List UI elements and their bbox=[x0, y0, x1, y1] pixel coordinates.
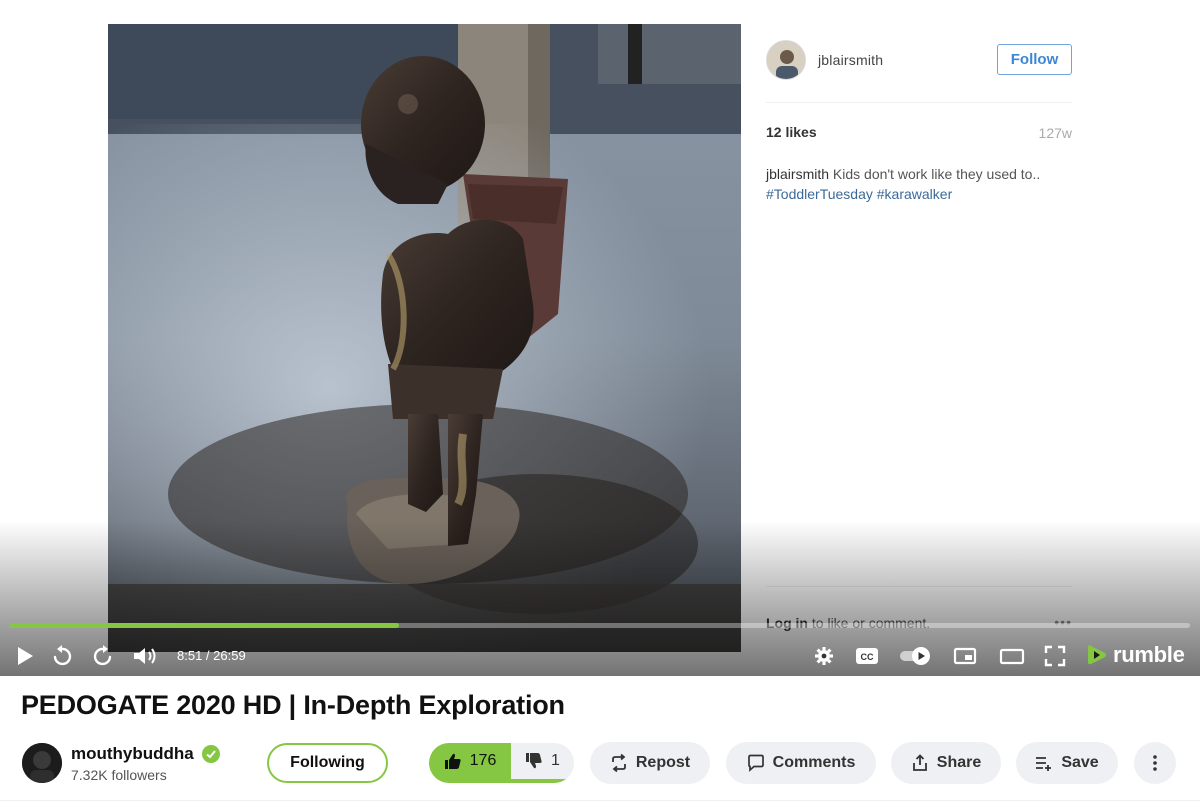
caption-hashtags[interactable]: #ToddlerTuesday #karawalker bbox=[766, 186, 952, 202]
instagram-embed-panel: jblairsmith Follow 12 likes 127w jblairs… bbox=[742, 24, 1082, 652]
repost-button[interactable]: Repost bbox=[590, 742, 710, 784]
settings-gear-icon[interactable] bbox=[812, 636, 836, 676]
autoplay-toggle-icon[interactable] bbox=[898, 636, 934, 676]
theater-mode-icon[interactable] bbox=[998, 636, 1026, 676]
player-controls: 8:51 / 26:59 CC rumble bbox=[0, 636, 1200, 676]
save-label: Save bbox=[1061, 754, 1099, 771]
instagram-timestamp: 127w bbox=[1038, 125, 1072, 141]
divider bbox=[766, 586, 1072, 587]
downvote-button[interactable]: 1 bbox=[511, 743, 574, 779]
forward-icon[interactable] bbox=[89, 636, 117, 676]
play-icon[interactable] bbox=[10, 636, 40, 676]
rumble-logo-icon bbox=[1088, 645, 1106, 665]
share-label: Share bbox=[936, 754, 982, 771]
repost-label: Repost bbox=[635, 754, 691, 771]
rumble-logo[interactable]: rumble bbox=[1086, 642, 1185, 668]
channel-name[interactable]: mouthybuddha bbox=[71, 744, 220, 764]
vote-ratio-fill bbox=[429, 779, 573, 783]
caption-text: Kids don't work like they used to.. bbox=[832, 166, 1041, 182]
following-button[interactable]: Following bbox=[267, 743, 388, 783]
fullscreen-icon[interactable] bbox=[1042, 636, 1068, 676]
follower-count: 7.32K followers bbox=[71, 767, 167, 783]
comments-label: Comments bbox=[772, 754, 856, 771]
downvote-count: 1 bbox=[551, 752, 560, 769]
picture-in-picture-icon[interactable] bbox=[951, 636, 979, 676]
progress-bar[interactable] bbox=[10, 623, 1190, 628]
divider bbox=[0, 800, 1200, 801]
share-button[interactable]: Share bbox=[891, 742, 1001, 784]
upvote-count: 176 bbox=[469, 752, 497, 769]
video-title: PEDOGATE 2020 HD | In-Depth Exploration bbox=[21, 690, 565, 720]
channel-name-label: mouthybuddha bbox=[71, 744, 194, 763]
save-button[interactable]: Save bbox=[1016, 742, 1118, 784]
instagram-follow-button[interactable]: Follow bbox=[997, 44, 1072, 75]
svg-text:CC: CC bbox=[861, 652, 874, 662]
caption-username[interactable]: jblairsmith bbox=[766, 166, 829, 182]
playback-time: 8:51 / 26:59 bbox=[177, 648, 246, 663]
repost-icon bbox=[611, 754, 626, 772]
rumble-wordmark: rumble bbox=[1113, 642, 1185, 667]
captions-cc-icon[interactable]: CC bbox=[853, 636, 881, 676]
rewind-icon[interactable] bbox=[48, 636, 76, 676]
comment-icon bbox=[747, 754, 764, 772]
progress-bar-fill bbox=[10, 623, 400, 628]
comments-button[interactable]: Comments bbox=[726, 742, 876, 784]
instagram-caption: jblairsmith Kids don't work like they us… bbox=[766, 164, 1066, 204]
thumbs-up-icon bbox=[444, 753, 461, 769]
video-frame-photo bbox=[108, 24, 741, 652]
thumbs-down-icon bbox=[526, 753, 542, 769]
vote-control: 176 1 bbox=[429, 743, 574, 783]
save-playlist-icon bbox=[1036, 757, 1052, 771]
channel-avatar[interactable] bbox=[22, 743, 62, 783]
more-vertical-icon bbox=[1153, 755, 1157, 771]
share-icon bbox=[912, 754, 927, 771]
volume-icon[interactable] bbox=[130, 636, 160, 676]
instagram-username[interactable]: jblairsmith bbox=[818, 52, 883, 68]
upvote-button[interactable]: 176 bbox=[429, 743, 511, 779]
instagram-likes: 12 likes bbox=[766, 124, 817, 140]
divider bbox=[766, 102, 1072, 103]
video-player[interactable]: jblairsmith Follow 12 likes 127w jblairs… bbox=[0, 0, 1200, 676]
verified-check-icon bbox=[201, 745, 220, 763]
more-options-button[interactable] bbox=[1134, 742, 1176, 784]
vote-ratio-bar bbox=[429, 779, 574, 783]
instagram-avatar[interactable] bbox=[766, 40, 806, 80]
